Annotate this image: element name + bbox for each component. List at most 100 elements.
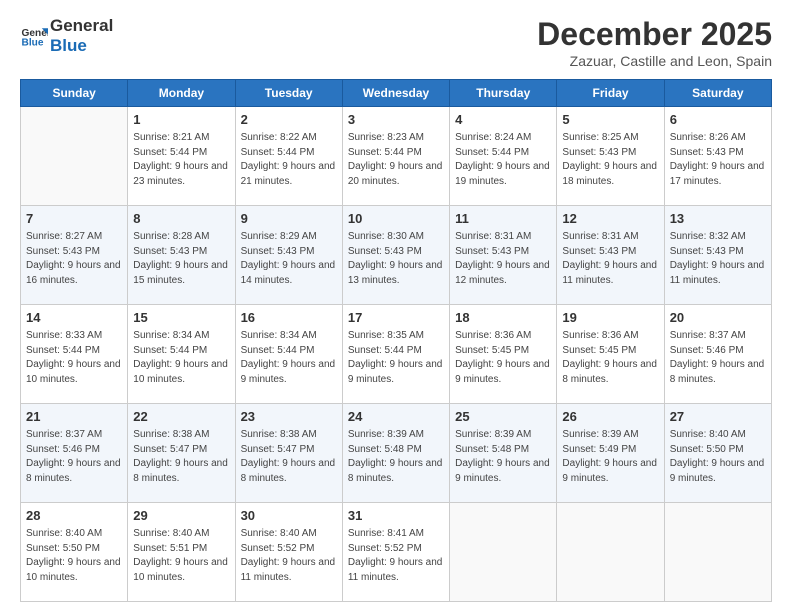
day-info: Sunrise: 8:35 AMSunset: 5:44 PMDaylight:… xyxy=(348,329,444,387)
day-info: Sunrise: 8:38 AMSunset: 5:47 PMDaylight:… xyxy=(133,428,229,486)
day-info: Sunrise: 8:40 AMSunset: 5:51 PMDaylight:… xyxy=(133,527,229,585)
calendar-cell xyxy=(21,107,128,206)
day-info: Sunrise: 8:41 AMSunset: 5:52 PMDaylight:… xyxy=(348,527,444,585)
weekday-header-friday: Friday xyxy=(557,80,664,107)
day-number: 29 xyxy=(133,507,229,525)
day-info: Sunrise: 8:31 AMSunset: 5:43 PMDaylight:… xyxy=(562,230,658,288)
day-info: Sunrise: 8:21 AMSunset: 5:44 PMDaylight:… xyxy=(133,131,229,189)
calendar-cell: 17 Sunrise: 8:35 AMSunset: 5:44 PMDayligh… xyxy=(342,305,449,404)
calendar-cell: 28 Sunrise: 8:40 AMSunset: 5:50 PMDayligh… xyxy=(21,503,128,602)
day-number: 27 xyxy=(670,408,766,426)
day-info: Sunrise: 8:31 AMSunset: 5:43 PMDaylight:… xyxy=(455,230,551,288)
calendar-cell: 26 Sunrise: 8:39 AMSunset: 5:49 PMDayligh… xyxy=(557,404,664,503)
calendar-cell xyxy=(450,503,557,602)
calendar-cell: 25Sunrise: 8:39 AMSunset: 5:48 PMDayligh… xyxy=(450,404,557,503)
page: General Blue General Blue December 2025 … xyxy=(0,0,792,612)
day-number: 8 xyxy=(133,210,229,228)
day-number: 16 xyxy=(241,309,337,327)
calendar-cell: 4 Sunrise: 8:24 AMSunset: 5:44 PMDaylight… xyxy=(450,107,557,206)
calendar-cell: 12 Sunrise: 8:31 AMSunset: 5:43 PMDayligh… xyxy=(557,206,664,305)
day-info: Sunrise: 8:34 AMSunset: 5:44 PMDaylight:… xyxy=(133,329,229,387)
day-number: 5 xyxy=(562,111,658,129)
day-info: Sunrise: 8:36 AMSunset: 5:45 PMDaylight:… xyxy=(455,329,551,387)
calendar-cell: 31 Sunrise: 8:41 AMSunset: 5:52 PMDayligh… xyxy=(342,503,449,602)
day-info: Sunrise: 8:28 AMSunset: 5:43 PMDaylight:… xyxy=(133,230,229,288)
logo-icon: General Blue xyxy=(20,22,48,50)
day-info: Sunrise: 8:37 AMSunset: 5:46 PMDaylight:… xyxy=(670,329,766,387)
calendar-cell: 22 Sunrise: 8:38 AMSunset: 5:47 PMDayligh… xyxy=(128,404,235,503)
day-info: Sunrise: 8:40 AMSunset: 5:50 PMDaylight:… xyxy=(670,428,766,486)
day-number: 14 xyxy=(26,309,122,327)
day-number: 6 xyxy=(670,111,766,129)
day-number: 2 xyxy=(241,111,337,129)
calendar-cell: 11 Sunrise: 8:31 AMSunset: 5:43 PMDayligh… xyxy=(450,206,557,305)
calendar-cell: 2 Sunrise: 8:22 AMSunset: 5:44 PMDaylight… xyxy=(235,107,342,206)
calendar-cell: 29 Sunrise: 8:40 AMSunset: 5:51 PMDayligh… xyxy=(128,503,235,602)
weekday-header-saturday: Saturday xyxy=(664,80,771,107)
calendar-cell: 24 Sunrise: 8:39 AMSunset: 5:48 PMDayligh… xyxy=(342,404,449,503)
day-number: 23 xyxy=(241,408,337,426)
day-number: 24 xyxy=(348,408,444,426)
day-number: 19 xyxy=(562,309,658,327)
day-number: 3 xyxy=(348,111,444,129)
calendar-cell: 7Sunrise: 8:27 AMSunset: 5:43 PMDaylight… xyxy=(21,206,128,305)
day-number: 17 xyxy=(348,309,444,327)
day-number: 31 xyxy=(348,507,444,525)
logo-general: General xyxy=(50,16,113,36)
logo: General Blue General Blue xyxy=(20,16,113,55)
calendar-table: SundayMondayTuesdayWednesdayThursdayFrid… xyxy=(20,79,772,602)
day-info: Sunrise: 8:33 AMSunset: 5:44 PMDaylight:… xyxy=(26,329,122,387)
day-info: Sunrise: 8:30 AMSunset: 5:43 PMDaylight:… xyxy=(348,230,444,288)
calendar-cell: 20 Sunrise: 8:37 AMSunset: 5:46 PMDayligh… xyxy=(664,305,771,404)
day-number: 22 xyxy=(133,408,229,426)
day-number: 30 xyxy=(241,507,337,525)
calendar-cell xyxy=(664,503,771,602)
weekday-header-monday: Monday xyxy=(128,80,235,107)
day-info: Sunrise: 8:22 AMSunset: 5:44 PMDaylight:… xyxy=(241,131,337,189)
day-info: Sunrise: 8:39 AMSunset: 5:48 PMDaylight:… xyxy=(348,428,444,486)
day-number: 26 xyxy=(562,408,658,426)
day-info: Sunrise: 8:34 AMSunset: 5:44 PMDaylight:… xyxy=(241,329,337,387)
day-info: Sunrise: 8:37 AMSunset: 5:46 PMDaylight:… xyxy=(26,428,122,486)
day-info: Sunrise: 8:40 AMSunset: 5:50 PMDaylight:… xyxy=(26,527,122,585)
calendar-cell: 19Sunrise: 8:36 AMSunset: 5:45 PMDayligh… xyxy=(557,305,664,404)
weekday-header-thursday: Thursday xyxy=(450,80,557,107)
weekday-header-wednesday: Wednesday xyxy=(342,80,449,107)
day-info: Sunrise: 8:32 AMSunset: 5:43 PMDaylight:… xyxy=(670,230,766,288)
calendar-cell: 18 Sunrise: 8:36 AMSunset: 5:45 PMDayligh… xyxy=(450,305,557,404)
weekday-header-sunday: Sunday xyxy=(21,80,128,107)
weekday-header-tuesday: Tuesday xyxy=(235,80,342,107)
day-number: 20 xyxy=(670,309,766,327)
day-number: 7 xyxy=(26,210,122,228)
day-number: 28 xyxy=(26,507,122,525)
day-number: 1 xyxy=(133,111,229,129)
calendar-cell: 5 Sunrise: 8:25 AMSunset: 5:43 PMDaylight… xyxy=(557,107,664,206)
calendar-cell: 3Sunrise: 8:23 AMSunset: 5:44 PMDaylight… xyxy=(342,107,449,206)
location: Zazuar, Castille and Leon, Spain xyxy=(537,53,772,69)
day-number: 13 xyxy=(670,210,766,228)
day-number: 15 xyxy=(133,309,229,327)
calendar-cell: 21 Sunrise: 8:37 AMSunset: 5:46 PMDayligh… xyxy=(21,404,128,503)
day-info: Sunrise: 8:39 AMSunset: 5:49 PMDaylight:… xyxy=(562,428,658,486)
day-info: Sunrise: 8:25 AMSunset: 5:43 PMDaylight:… xyxy=(562,131,658,189)
day-number: 4 xyxy=(455,111,551,129)
calendar-cell: 1 Sunrise: 8:21 AMSunset: 5:44 PMDaylight… xyxy=(128,107,235,206)
calendar-cell: 16 Sunrise: 8:34 AMSunset: 5:44 PMDayligh… xyxy=(235,305,342,404)
day-info: Sunrise: 8:39 AMSunset: 5:48 PMDaylight:… xyxy=(455,428,551,486)
day-number: 12 xyxy=(562,210,658,228)
day-number: 11 xyxy=(455,210,551,228)
title-block: December 2025 Zazuar, Castille and Leon,… xyxy=(537,16,772,69)
calendar-cell: 13 Sunrise: 8:32 AMSunset: 5:43 PMDayligh… xyxy=(664,206,771,305)
day-info: Sunrise: 8:29 AMSunset: 5:43 PMDaylight:… xyxy=(241,230,337,288)
calendar-cell xyxy=(557,503,664,602)
calendar-cell: 14 Sunrise: 8:33 AMSunset: 5:44 PMDayligh… xyxy=(21,305,128,404)
day-number: 21 xyxy=(26,408,122,426)
day-number: 9 xyxy=(241,210,337,228)
day-info: Sunrise: 8:24 AMSunset: 5:44 PMDaylight:… xyxy=(455,131,551,189)
day-number: 18 xyxy=(455,309,551,327)
calendar-cell: 8 Sunrise: 8:28 AMSunset: 5:43 PMDaylight… xyxy=(128,206,235,305)
calendar-cell: 27 Sunrise: 8:40 AMSunset: 5:50 PMDayligh… xyxy=(664,404,771,503)
calendar-cell: 10 Sunrise: 8:30 AMSunset: 5:43 PMDayligh… xyxy=(342,206,449,305)
day-number: 10 xyxy=(348,210,444,228)
logo-blue: Blue xyxy=(50,36,113,56)
